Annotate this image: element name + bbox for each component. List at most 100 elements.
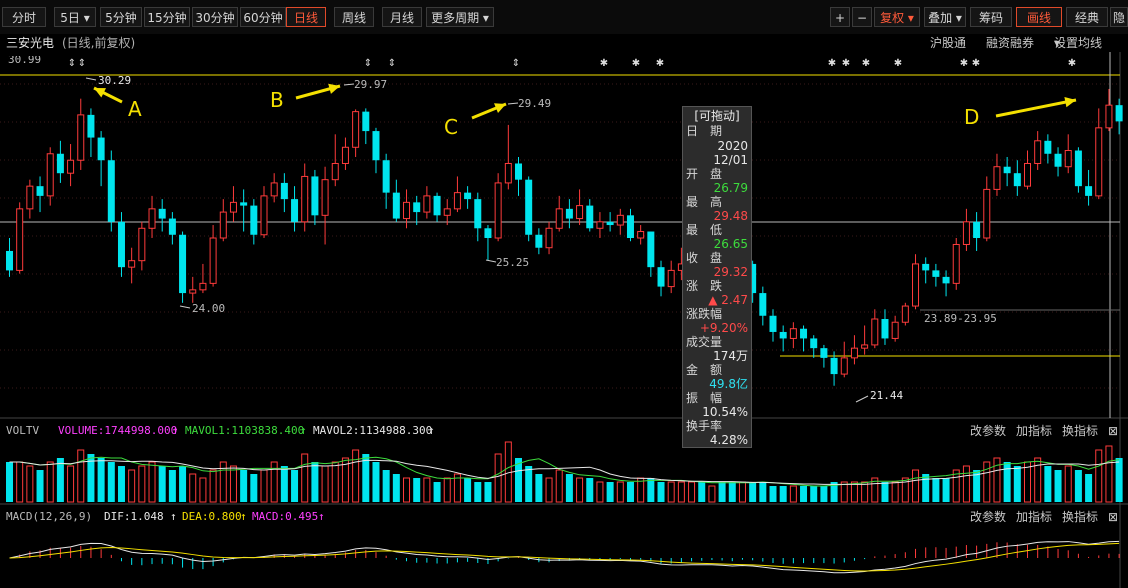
- candle-body: [942, 276, 950, 284]
- volume-bar: [280, 466, 288, 502]
- candle-body: [260, 195, 268, 236]
- event-marker-icon: ✱: [1068, 58, 1076, 69]
- volume-bar: [677, 481, 685, 503]
- candle-body: [881, 319, 889, 339]
- volume-bar: [291, 470, 299, 502]
- volume-bar: [189, 473, 197, 503]
- event-marker-icon: ✱: [632, 58, 640, 69]
- tooltip-turn: 4.28%: [709, 433, 748, 447]
- candles-group: [6, 88, 1123, 386]
- candle-body: [769, 315, 777, 332]
- tooltip-md: 12/01: [713, 153, 748, 167]
- vol-add-indicator-link[interactable]: 加指标: [1016, 424, 1052, 438]
- volume-bar: [881, 482, 889, 502]
- volume-bar: [77, 449, 85, 503]
- volume-bar: [779, 486, 787, 502]
- vol-switch-indicator-link[interactable]: 换指标: [1062, 424, 1098, 438]
- candle-body: [1013, 173, 1021, 187]
- volume-bar: [820, 486, 828, 502]
- volume-bar: [67, 465, 75, 503]
- macd-add-indicator-link[interactable]: 加指标: [1016, 510, 1052, 524]
- volume-bar: [688, 481, 696, 503]
- price-label-29-97: 29.97: [354, 78, 388, 91]
- close-icon[interactable]: ⊠: [1108, 424, 1118, 438]
- close-icon[interactable]: ⊠: [1108, 510, 1118, 524]
- volume-bar: [229, 465, 237, 503]
- candle-body: [637, 231, 645, 239]
- volume-bar: [1003, 462, 1011, 502]
- volume-bar: [26, 465, 34, 503]
- candle-body: [1115, 105, 1123, 122]
- volume-bar: [6, 462, 13, 502]
- label-pointer: [85, 77, 97, 81]
- candle-body: [423, 195, 431, 213]
- vol-edit-params-link[interactable]: 改参数: [970, 424, 1006, 438]
- candle-body: [922, 263, 930, 271]
- event-marker-icon: ✱: [960, 58, 968, 69]
- volume-bar: [352, 449, 360, 503]
- candle-body: [189, 289, 197, 294]
- volume-bars-group: [6, 441, 1123, 503]
- tooltip-pct: +9.20%: [699, 321, 748, 335]
- volume-bar: [759, 482, 767, 502]
- volume-bar: [850, 481, 858, 503]
- volume-bar: [128, 469, 136, 503]
- macd-value: MACD:0.495: [252, 510, 319, 523]
- price-label-29-49: 29.49: [518, 97, 552, 110]
- candle-body: [464, 192, 472, 200]
- volume-bar: [36, 470, 44, 502]
- volume-bar: [1044, 466, 1052, 502]
- tooltip-title: [可拖动]: [694, 109, 740, 123]
- candle-body: [301, 175, 309, 223]
- candle-body: [87, 114, 95, 138]
- tooltip-amt: 49.8亿: [709, 377, 748, 391]
- arrow-d-head: [1064, 97, 1076, 108]
- candle-body: [1024, 162, 1031, 187]
- candle-body: [596, 221, 604, 229]
- volume-bar: [932, 478, 940, 502]
- tooltip-high: 29.48: [713, 209, 748, 223]
- volume-bar: [891, 481, 899, 503]
- kline-chart[interactable]: ⇕ ⇕ ⇕ ⇕ ⇕ ✱ ✱ ✱ ✱ ✱ ✱ ✱ ✱ ✱ ✱: [0, 0, 1128, 588]
- volume-bar: [392, 474, 400, 502]
- overlay-group: [85, 77, 1077, 403]
- candle-body: [565, 208, 573, 219]
- tooltip-amp-label: 振 幅: [686, 391, 723, 405]
- volume-bar: [657, 482, 665, 502]
- ohlc-tooltip[interactable]: [可拖动] 日 期 2020 12/01 开 盘 26.79 最 高 29.48…: [682, 106, 752, 448]
- candle-body: [861, 344, 869, 349]
- candle-body: [840, 357, 848, 375]
- candle-body: [56, 153, 64, 174]
- candle-body: [311, 176, 319, 216]
- volume-bar: [1105, 445, 1113, 503]
- macd-edit-params-link[interactable]: 改参数: [970, 510, 1006, 524]
- event-marker-icon: ✱: [828, 58, 836, 69]
- volume-bar: [331, 461, 339, 503]
- candle-body: [46, 153, 54, 197]
- candle-body: [1085, 186, 1093, 196]
- macd-switch-indicator-link[interactable]: 换指标: [1062, 510, 1098, 524]
- candle-body: [789, 328, 797, 339]
- price-label-21-44: 21.44: [870, 389, 904, 402]
- volume-bar: [372, 462, 380, 502]
- macd-group: [9, 540, 1120, 574]
- candle-body: [270, 182, 278, 197]
- tooltip-close: 29.32: [713, 265, 748, 279]
- volume-bar: [606, 482, 614, 502]
- volume-bar: [555, 469, 563, 503]
- volume-bar: [922, 474, 930, 502]
- volume-bar: [1024, 461, 1031, 503]
- volume-bar: [545, 477, 553, 503]
- volume-bar: [626, 482, 634, 502]
- candle-body: [474, 199, 482, 229]
- candle-body: [810, 338, 818, 349]
- volume-bar: [912, 469, 920, 503]
- label-pointer: [343, 83, 355, 86]
- volume-bar: [209, 469, 217, 503]
- tooltip-low: 26.65: [713, 237, 748, 251]
- candle-body: [1044, 140, 1052, 154]
- candle-body: [1034, 140, 1042, 164]
- volume-bar: [942, 478, 950, 502]
- candle-body: [36, 186, 44, 196]
- tooltip-amt-label: 金 额: [686, 363, 723, 377]
